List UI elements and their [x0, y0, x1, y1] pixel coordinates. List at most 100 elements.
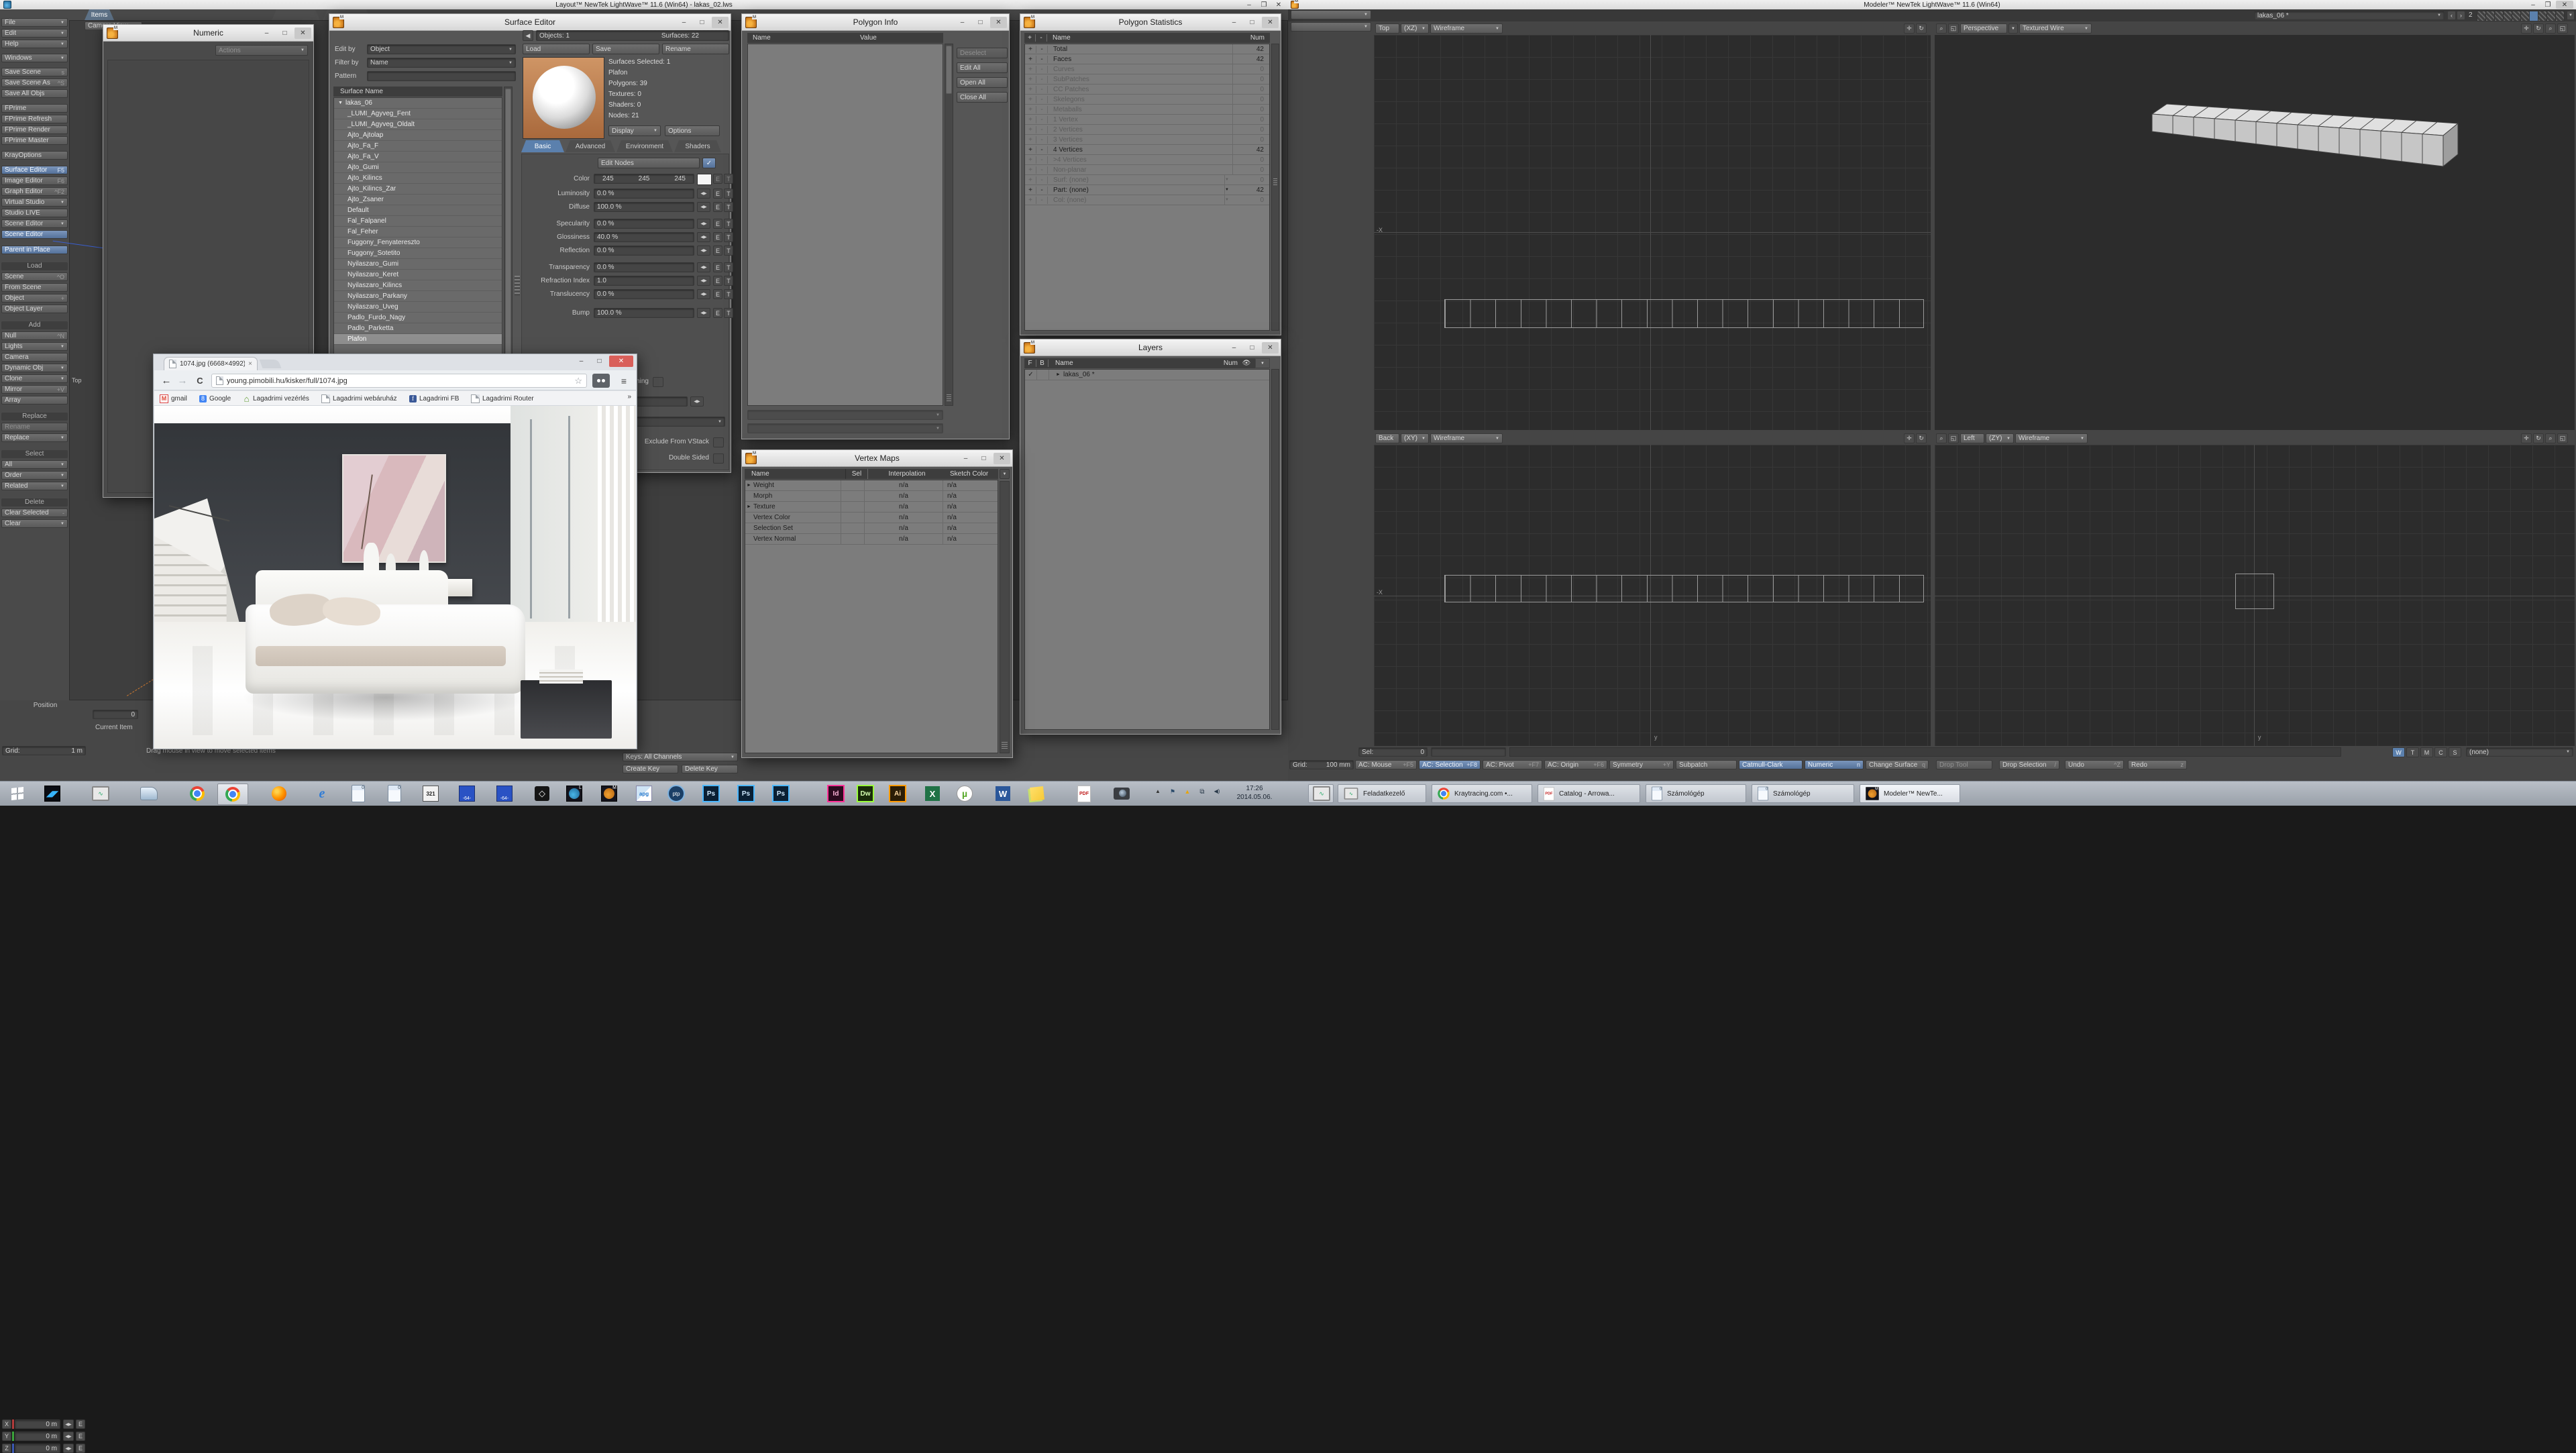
pst-maximize-button[interactable]: □	[1244, 17, 1260, 28]
layers-options-dropdown[interactable]: ▼	[1255, 358, 1270, 368]
layer-box-9[interactable]	[2546, 11, 2556, 21]
stat-row-total[interactable]: +-Total42	[1025, 44, 1269, 54]
prop-envelope-button[interactable]: E	[713, 189, 722, 199]
prop-texture-button[interactable]: T	[724, 246, 733, 256]
surface-row-ajto-fa-f[interactable]: Ajto_Fa_F	[334, 141, 502, 152]
numeric-minimize-button[interactable]: –	[258, 28, 275, 39]
layout-surface-editor-button[interactable]: Surface EditorF5	[1, 166, 68, 174]
back-viewport-rotate-icon[interactable]: ↻	[1916, 433, 1927, 443]
stat-row-subpatches[interactable]: +-SubPatches0	[1025, 74, 1269, 85]
mode-m-button[interactable]: M	[2420, 747, 2433, 757]
se-preview-sphere[interactable]	[523, 57, 604, 139]
layout-null-button[interactable]: Null^N	[1, 331, 68, 340]
bookmark-star-icon[interactable]: ☆	[574, 376, 582, 386]
perspective-viewport-rotate-icon[interactable]: ↻	[2533, 23, 2544, 34]
layout-from-scene-button[interactable]: From Scene	[1, 283, 68, 292]
perspective-viewport-zoom-icon[interactable]: ⌕	[1936, 23, 1947, 34]
stat-row-4-vertices[interactable]: +->4 Vertices0	[1025, 155, 1269, 165]
prop-field-reflection[interactable]: 0.0 %	[594, 246, 694, 256]
excel-taskbar-icon[interactable]: X	[918, 784, 947, 804]
bookmark-lagadrimi-vez-rl-s[interactable]: ⌂Lagadrimi vezérlés	[243, 393, 309, 404]
layout-object-button[interactable]: Object+	[1, 294, 68, 303]
numeric-close-button[interactable]: ✕	[294, 28, 311, 39]
surface-row-fuggony-sotetito[interactable]: Fuggony_Sotetito	[334, 248, 502, 259]
vm-scrollbar[interactable]	[1000, 481, 1010, 753]
layers-titlebar[interactable]: M Layers –□✕	[1020, 339, 1281, 356]
perspective-viewport-view-button[interactable]: Perspective	[1960, 23, 2007, 34]
tray-expand-icon[interactable]: ▲	[1151, 788, 1165, 799]
layout-clone-button[interactable]: Clone▼	[1, 374, 68, 383]
layout-help-button[interactable]: Help▼	[1, 40, 68, 48]
layout-fprime-refresh-button[interactable]: FPrime Refresh	[1, 115, 68, 123]
browser-tab[interactable]: 1074.jpg (6668×4992) ×	[164, 357, 258, 370]
drop-tool-button[interactable]: Drop Tool	[1936, 760, 1992, 769]
layout-mirror-button[interactable]: Mirror+V	[1, 385, 68, 394]
prop-field-diffuse[interactable]: 100.0 %	[594, 202, 694, 212]
prop-field-glossiness[interactable]: 40.0 %	[594, 232, 694, 242]
layers-minimize-button[interactable]: –	[1226, 342, 1242, 354]
layout-lights-button[interactable]: Lights▼	[1, 342, 68, 351]
browser-minimize-button[interactable]: –	[573, 356, 590, 367]
mode-c-button[interactable]: C	[2434, 747, 2447, 757]
layout-close-button[interactable]: ✕	[1272, 1, 1285, 9]
layout-virtual-studio-button[interactable]: Virtual Studio▼	[1, 198, 68, 207]
lightwave-modeler-taskbar-icon[interactable]: M	[594, 784, 624, 804]
modeler-menu-dropdown-2[interactable]: ▼	[1291, 22, 1371, 32]
photoshop-2-taskbar-icon[interactable]: Ps	[731, 784, 761, 804]
surface-row-nyilaszaro-keret[interactable]: Nyilaszaro_Keret	[334, 270, 502, 280]
numeric-titlebar[interactable]: M Numeric –□✕	[103, 25, 313, 42]
prop-texture-button[interactable]: T	[724, 232, 733, 242]
mode-s-button[interactable]: S	[2449, 747, 2461, 757]
new-tab-button[interactable]	[260, 360, 282, 368]
unity-taskbar-icon[interactable]: ◇	[527, 784, 557, 804]
prop-field-bump[interactable]: 100.0 %	[594, 308, 694, 318]
layout-graph-editor-button[interactable]: Graph Editor^F2	[1, 187, 68, 196]
prop-texture-button[interactable]: T	[724, 219, 733, 229]
stat-row-4-vertices[interactable]: +-4 Vertices42	[1025, 145, 1269, 155]
surface-row-ajto-kilincs-zar[interactable]: Ajto_Kilincs_Zar	[334, 184, 502, 195]
prop-texture-button[interactable]: T	[724, 189, 733, 199]
se-rename-button[interactable]: Rename	[662, 44, 729, 54]
smooth-threshold-nudge[interactable]: ◀▶	[690, 396, 704, 407]
commodore-64-emulator-2-taskbar-icon[interactable]: -64-	[490, 784, 519, 804]
pi-scrollbar[interactable]	[945, 44, 953, 406]
prop-nudge-button[interactable]: ◀▶	[697, 289, 710, 299]
modeler-restore-button[interactable]: ❐	[2541, 1, 2555, 9]
axis-x-value-field[interactable]: 0 m	[15, 1419, 60, 1429]
stat-row-3-vertices[interactable]: +-3 Vertices0	[1025, 135, 1269, 145]
layout-save-scene-button[interactable]: Save Scenes	[1, 68, 68, 76]
layout-image-editor-button[interactable]: Image EditorF6	[1, 176, 68, 185]
layout-studio-live-button[interactable]: Studio LIVE	[1, 209, 68, 217]
modeler-menu-dropdown-1[interactable]: ▼	[1291, 10, 1371, 19]
perspective-viewport-axes-dropdown[interactable]: ▼	[2008, 23, 2018, 34]
taskbar-monitor-button[interactable]: ∿	[1308, 784, 1334, 803]
word-taskbar-icon[interactable]: W	[988, 784, 1018, 804]
stat-row-1-vertex[interactable]: +-1 Vertex0	[1025, 115, 1269, 125]
vmap-row-texture[interactable]: ►Texturen/an/a	[745, 502, 998, 513]
vm-options-dropdown[interactable]: ▼	[1000, 469, 1010, 479]
drop-selection-button[interactable]: Drop Selection/	[1999, 760, 2059, 769]
prop-envelope-button[interactable]: E	[713, 308, 722, 318]
layout-save-scene-as-button[interactable]: Save Scene As^S	[1, 78, 68, 87]
scanner-app-taskbar-icon[interactable]	[134, 784, 164, 804]
sticky-notes-taskbar-icon[interactable]	[1022, 784, 1052, 804]
surface-row-ajto-zsaner[interactable]: Ajto_Zsaner	[334, 195, 502, 205]
double-sided-checkbox[interactable]	[713, 453, 724, 464]
layout-maximize-button[interactable]: ❐	[1257, 1, 1271, 9]
prop-field-specularity[interactable]: 0.0 %	[594, 219, 694, 229]
tray-clock[interactable]: 17:26 2014.05.06.	[1228, 784, 1281, 802]
preset-dropdown[interactable]: (none)▼	[2466, 747, 2573, 757]
surface-row-lumi-agyveg-fent[interactable]: _LUMI_Agyveg_Fent	[334, 109, 502, 119]
se-tab-advanced[interactable]: Advanced	[566, 140, 615, 152]
layer-box-8[interactable]	[2538, 11, 2547, 21]
axis-x-button[interactable]: X	[2, 1419, 11, 1429]
back-viewport-view-button[interactable]: Back	[1375, 433, 1399, 443]
apg-app-taskbar-icon[interactable]: apg	[629, 784, 659, 804]
adobe-reader-taskbar-icon[interactable]: PDF	[1069, 784, 1099, 804]
layer-box-6[interactable]	[2520, 11, 2530, 21]
stat-row-skelegons[interactable]: +-Skelegons0	[1025, 95, 1269, 105]
layout-fprime-master-button[interactable]: FPrime Master	[1, 136, 68, 145]
modeler-minimize-button[interactable]: –	[2526, 1, 2540, 9]
prop-texture-button[interactable]: T	[724, 276, 733, 286]
left-viewport-view-button[interactable]: Left	[1960, 433, 1984, 443]
